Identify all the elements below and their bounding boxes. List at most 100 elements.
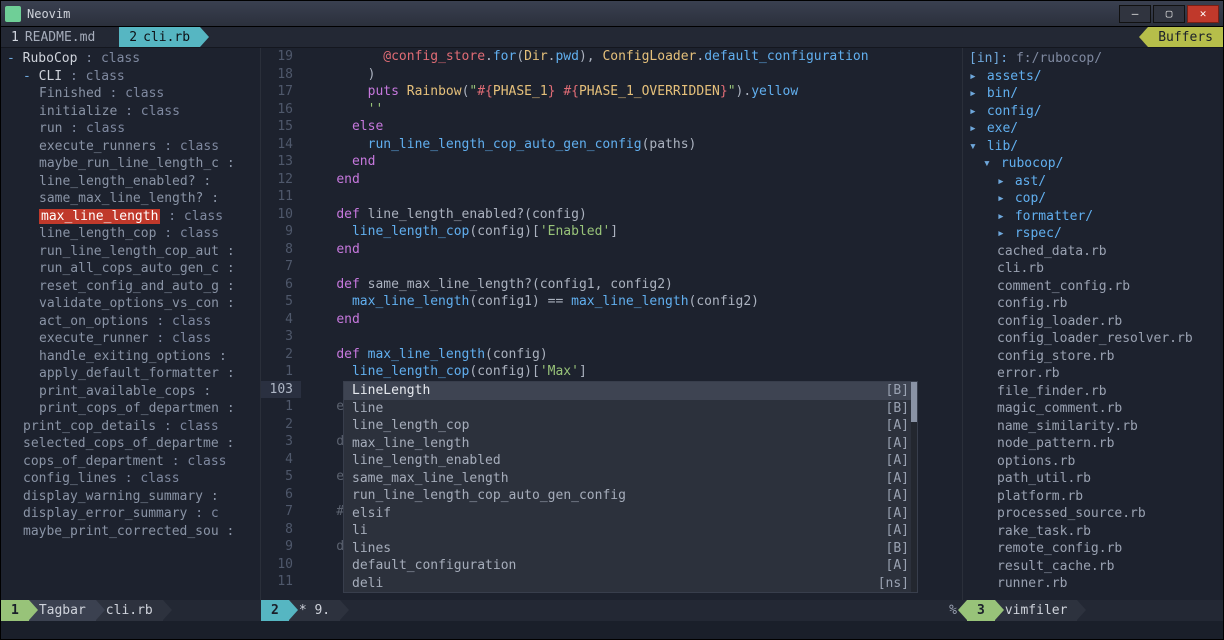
filetree-dir[interactable]: ▸ rspec/: [969, 225, 1217, 243]
filetree-file[interactable]: runner.rb: [969, 575, 1217, 593]
filetree-file[interactable]: node_pattern.rb: [969, 435, 1217, 453]
tag-method[interactable]: validate_options_vs_con :: [7, 295, 254, 313]
code-line[interactable]: 1 line_length_cop(config)['Max']: [261, 363, 962, 381]
tagbar-pane[interactable]: - RuboCop : class - CLI : class Finished…: [1, 48, 261, 600]
tag-method[interactable]: run_all_cops_auto_gen_c :: [7, 260, 254, 278]
completion-popup[interactable]: LineLength[B]line[B]line_length_cop[A]ma…: [343, 381, 918, 593]
completion-item[interactable]: li[A]: [344, 522, 917, 540]
code-line[interactable]: 12 end: [261, 171, 962, 189]
filetree-file[interactable]: cached_data.rb: [969, 243, 1217, 261]
filetree-file[interactable]: comment_config.rb: [969, 278, 1217, 296]
code-line[interactable]: 2 def max_line_length(config): [261, 346, 962, 364]
completion-item[interactable]: line[B]: [344, 400, 917, 418]
tag-method[interactable]: Finished : class: [7, 85, 254, 103]
tab-readme[interactable]: 1 README.md: [1, 27, 105, 47]
tag-method[interactable]: act_on_options : class: [7, 313, 254, 331]
filetree-dir[interactable]: ▸ ast/: [969, 173, 1217, 191]
code-line[interactable]: 14 run_line_length_cop_auto_gen_config(p…: [261, 136, 962, 154]
completion-item[interactable]: LineLength[B]: [344, 382, 917, 400]
tag-method[interactable]: print_cops_of_departmen :: [7, 400, 254, 418]
popup-scrollbar[interactable]: [911, 382, 917, 592]
filetree-file[interactable]: rake_task.rb: [969, 523, 1217, 541]
filetree-file[interactable]: remote_config.rb: [969, 540, 1217, 558]
minimize-button[interactable]: —: [1119, 5, 1151, 23]
filetree-pane[interactable]: [in]: f:/rubocop/ ▸ assets/▸ bin/▸ confi…: [963, 48, 1223, 600]
filetree-file[interactable]: path_util.rb: [969, 470, 1217, 488]
tag-method[interactable]: config_lines : class: [7, 470, 254, 488]
code-line[interactable]: 6 def same_max_line_length?(config1, con…: [261, 276, 962, 294]
code-line[interactable]: 8 end: [261, 241, 962, 259]
filetree-dir[interactable]: ▸ exe/: [969, 120, 1217, 138]
completion-item[interactable]: max_line_length[A]: [344, 435, 917, 453]
tag-method[interactable]: maybe_print_corrected_sou :: [7, 523, 254, 541]
tag-class-rubocop[interactable]: - RuboCop : class: [7, 50, 254, 68]
filetree-file[interactable]: cli.rb: [969, 260, 1217, 278]
tag-method[interactable]: initialize : class: [7, 103, 254, 121]
tag-method[interactable]: maybe_run_line_length_c :: [7, 155, 254, 173]
filetree-file[interactable]: platform.rb: [969, 488, 1217, 506]
filetree-dir[interactable]: ▾ lib/: [969, 138, 1217, 156]
titlebar[interactable]: Neovim — ▢ ✕: [1, 1, 1223, 27]
tag-method[interactable]: same_max_line_length? :: [7, 190, 254, 208]
code-line[interactable]: 9 line_length_cop(config)['Enabled']: [261, 223, 962, 241]
filetree-dir[interactable]: ▸ config/: [969, 103, 1217, 121]
completion-item[interactable]: deli[ns]: [344, 575, 917, 593]
code-line[interactable]: 17 puts Rainbow("#{PHASE_1} #{PHASE_1_OV…: [261, 83, 962, 101]
filetree-dir[interactable]: ▸ cop/: [969, 190, 1217, 208]
filetree-file[interactable]: config.rb: [969, 295, 1217, 313]
filetree-file[interactable]: error.rb: [969, 365, 1217, 383]
maximize-button[interactable]: ▢: [1153, 5, 1185, 23]
filetree-dir[interactable]: ▾ rubocop/: [969, 155, 1217, 173]
filetree-file[interactable]: magic_comment.rb: [969, 400, 1217, 418]
tag-method[interactable]: run : class: [7, 120, 254, 138]
editor-pane[interactable]: 19 @config_store.for(Dir.pwd), ConfigLoa…: [261, 48, 963, 600]
completion-item[interactable]: elsif[A]: [344, 505, 917, 523]
filetree-file[interactable]: config_loader_resolver.rb: [969, 330, 1217, 348]
filetree-file[interactable]: result_cache.rb: [969, 558, 1217, 576]
filetree-dir[interactable]: ▸ assets/: [969, 68, 1217, 86]
filetree-file[interactable]: d processed_source.rb: [969, 505, 1217, 523]
completion-item[interactable]: lines[B]: [344, 540, 917, 558]
tag-class-cli[interactable]: - CLI : class: [7, 68, 254, 86]
tag-method[interactable]: print_available_cops :: [7, 383, 254, 401]
code-line[interactable]: 4 end: [261, 311, 962, 329]
code-line[interactable]: 19 @config_store.for(Dir.pwd), ConfigLoa…: [261, 48, 962, 66]
code-line[interactable]: 18 ): [261, 66, 962, 84]
filetree-file[interactable]: config_loader.rb: [969, 313, 1217, 331]
completion-item[interactable]: line_length_enabled[A]: [344, 452, 917, 470]
filetree-dir[interactable]: ▸ formatter/: [969, 208, 1217, 226]
filetree-dir[interactable]: ▸ bin/: [969, 85, 1217, 103]
editor-content[interactable]: 19 @config_store.for(Dir.pwd), ConfigLoa…: [261, 48, 962, 600]
code-line[interactable]: 16 '': [261, 101, 962, 119]
code-line[interactable]: 11: [261, 188, 962, 206]
code-line[interactable]: 10 def line_length_enabled?(config): [261, 206, 962, 224]
filetree-file[interactable]: file_finder.rb: [969, 383, 1217, 401]
tag-method[interactable]: handle_exiting_options :: [7, 348, 254, 366]
filetree-file[interactable]: config_store.rb: [969, 348, 1217, 366]
tag-method[interactable]: execute_runner : class: [7, 330, 254, 348]
completion-item[interactable]: run_line_length_cop_auto_gen_config[A]: [344, 487, 917, 505]
tag-method[interactable]: display_warning_summary :: [7, 488, 254, 506]
tag-method[interactable]: line_length_enabled? :: [7, 173, 254, 191]
tag-method[interactable]: apply_default_formatter :: [7, 365, 254, 383]
tab-cli[interactable]: 2 cli.rb: [119, 27, 200, 47]
tag-method[interactable]: execute_runners : class: [7, 138, 254, 156]
filetree-file[interactable]: options.rb: [969, 453, 1217, 471]
tag-method[interactable]: line_length_cop : class: [7, 225, 254, 243]
code-line[interactable]: 7: [261, 258, 962, 276]
tag-method[interactable]: run_line_length_cop_aut :: [7, 243, 254, 261]
completion-item[interactable]: default_configuration[A]: [344, 557, 917, 575]
buffers-indicator[interactable]: Buffers: [1148, 27, 1223, 47]
code-line[interactable]: 5 max_line_length(config1) == max_line_l…: [261, 293, 962, 311]
close-button[interactable]: ✕: [1187, 5, 1219, 23]
tag-method[interactable]: cops_of_department : class: [7, 453, 254, 471]
filetree-file[interactable]: name_similarity.rb: [969, 418, 1217, 436]
code-line[interactable]: 15 else: [261, 118, 962, 136]
tag-method[interactable]: selected_cops_of_departme :: [7, 435, 254, 453]
code-line[interactable]: 13 end: [261, 153, 962, 171]
tag-method[interactable]: display_error_summary : c: [7, 505, 254, 523]
completion-item[interactable]: line_length_cop[A]: [344, 417, 917, 435]
popup-scrollbar-thumb[interactable]: [911, 382, 917, 422]
completion-item[interactable]: same_max_line_length[A]: [344, 470, 917, 488]
code-line[interactable]: 3: [261, 328, 962, 346]
